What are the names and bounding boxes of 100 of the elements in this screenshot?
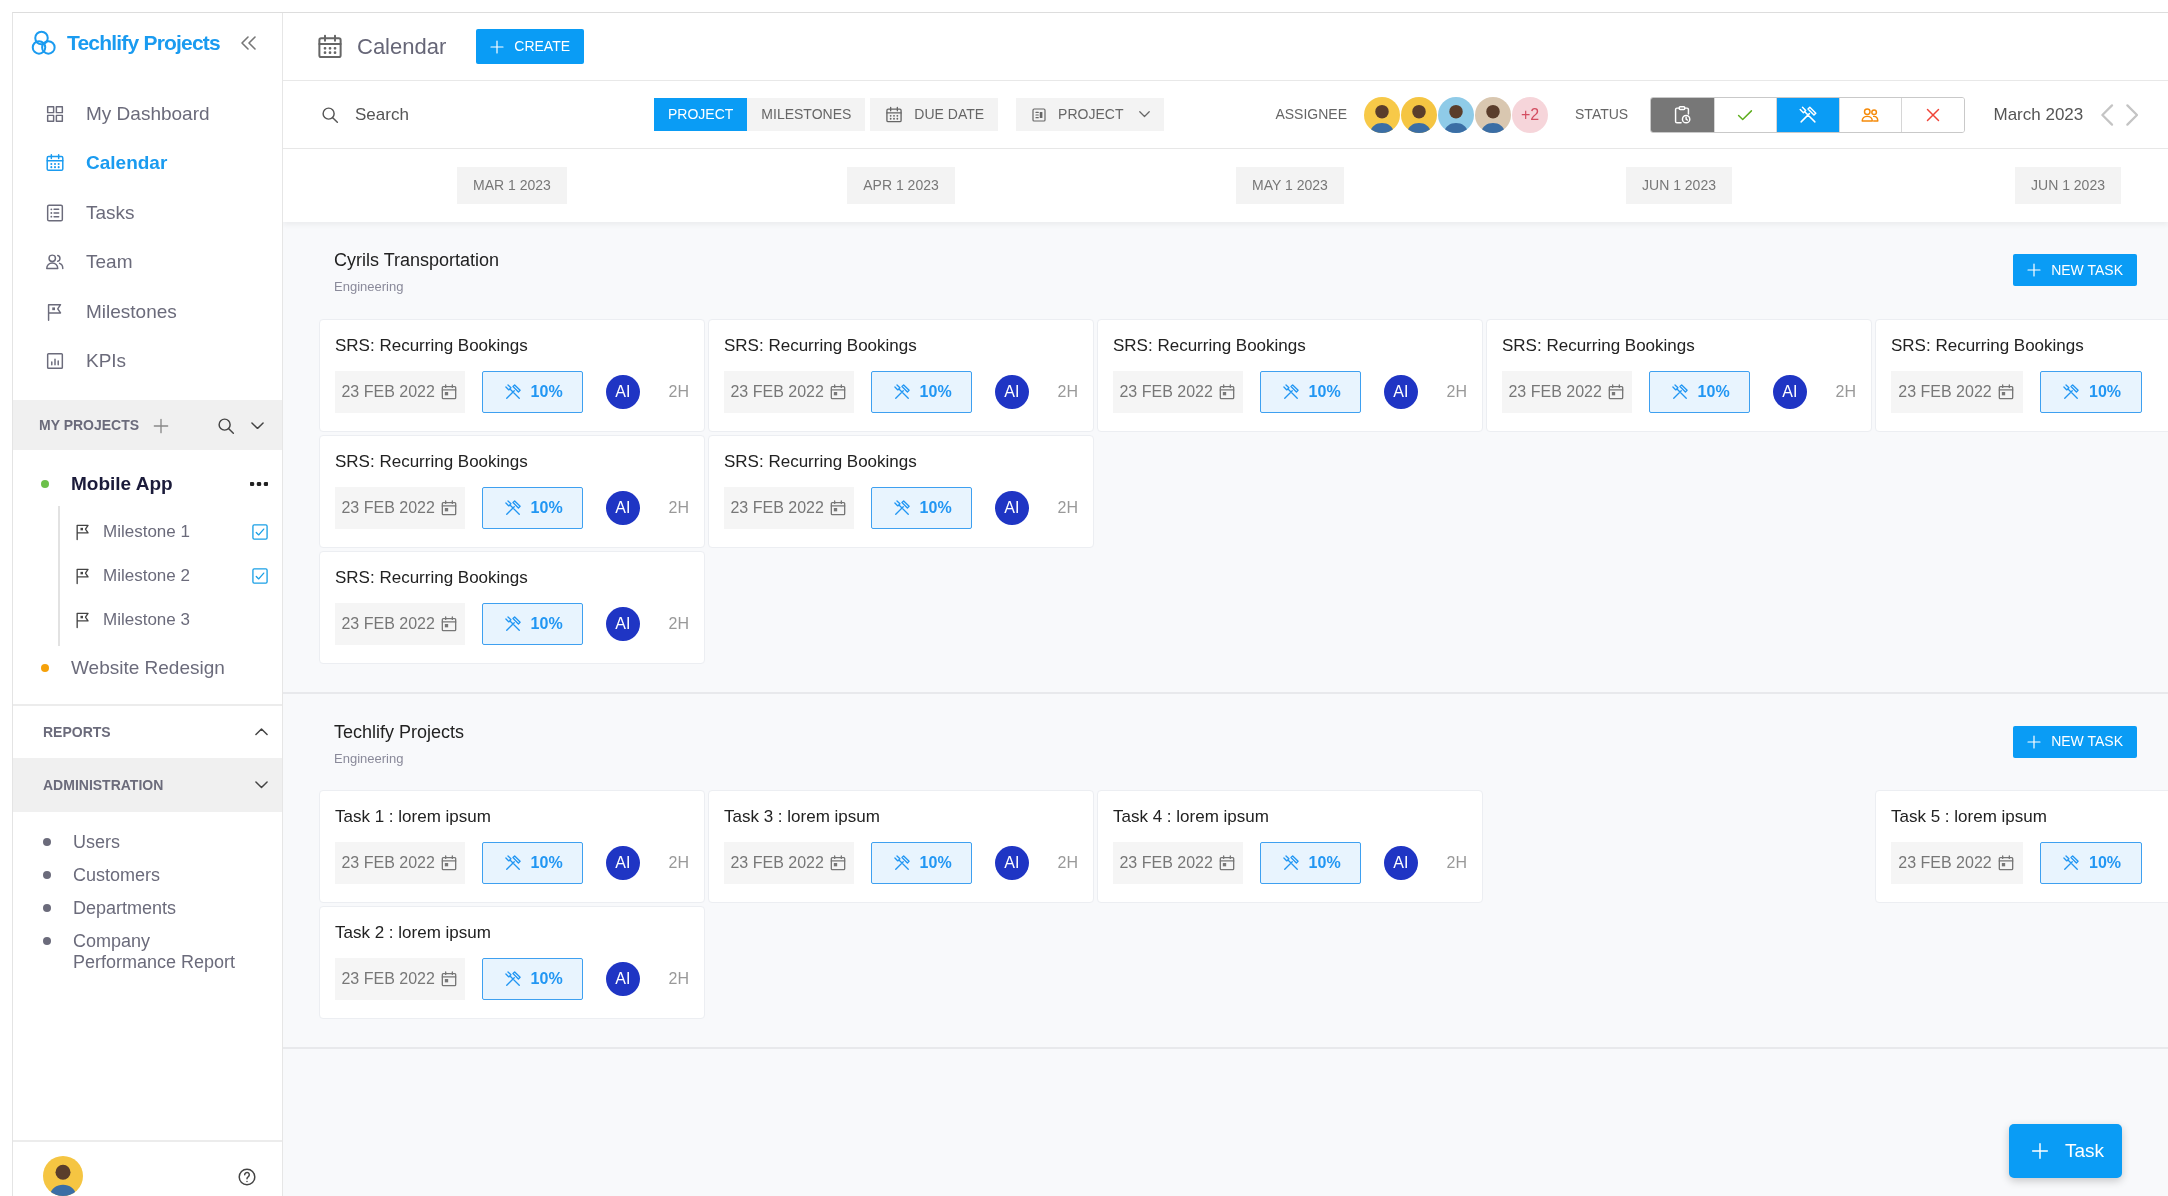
nav-item[interactable]: Calendar — [13, 138, 282, 188]
assignee-avatar[interactable]: AI — [606, 846, 640, 880]
task-card[interactable]: SRS: Recurring Bookings 23 FEB 2022 10% AI 2H — [319, 434, 705, 548]
due-date-button[interactable]: 23 FEB 2022 — [1502, 370, 1633, 413]
progress-button[interactable]: 10% — [871, 370, 972, 413]
assignee-avatar[interactable]: AI — [1384, 846, 1418, 880]
progress-button[interactable]: 10% — [2040, 370, 2142, 413]
due-date-filter[interactable]: DUE DATE — [870, 98, 999, 131]
progress-button[interactable]: 10% — [482, 842, 583, 884]
checkbox-icon — [250, 566, 270, 586]
task-title: Task 5 : lorem ipsum — [1891, 806, 2048, 828]
assignee-avatar[interactable]: AI — [606, 374, 640, 409]
assignee-avatar[interactable]: AI — [995, 374, 1029, 409]
assignee-avatar[interactable]: AI — [1773, 374, 1807, 409]
user-avatar[interactable] — [1364, 96, 1401, 133]
new-task-button[interactable]: NEW TASK — [2013, 254, 2137, 286]
due-date-button[interactable]: 23 FEB 2022 — [1113, 842, 1244, 884]
user-avatar[interactable] — [43, 1156, 83, 1196]
project-item[interactable]: Mobile App — [13, 462, 282, 506]
tools-icon — [2061, 853, 2081, 873]
progress-button[interactable]: 10% — [1260, 370, 1361, 413]
progress-button[interactable]: 10% — [871, 842, 972, 884]
task-card[interactable]: SRS: Recurring Bookings 23 FEB 2022 10% AI 2H — [708, 318, 1094, 432]
estimate-hours: 2H — [1057, 497, 1078, 518]
date-label: MAY 1 2023 — [1236, 167, 1344, 204]
task-card[interactable]: SRS: Recurring Bookings 23 FEB 2022 10% AI 2H — [1486, 318, 1872, 432]
due-date-button[interactable]: 23 FEB 2022 — [335, 602, 466, 645]
due-date-button[interactable]: 23 FEB 2022 — [335, 486, 466, 529]
add-task-button[interactable]: Task — [2008, 1124, 2122, 1178]
section-label: REPORTS — [43, 722, 111, 742]
due-date-button[interactable]: 23 FEB 2022 — [724, 370, 855, 413]
logo-icon — [29, 28, 59, 58]
section-label: MY PROJECTS — [39, 415, 140, 435]
nav-item[interactable]: My Dashboard — [13, 89, 282, 139]
nav-item[interactable]: Milestones — [13, 287, 282, 337]
status-filter-button[interactable] — [1651, 97, 1714, 132]
task-card[interactable]: SRS: Recurring Bookings 23 FEB 2022 10% AI 2H — [708, 434, 1094, 548]
assignee-avatar[interactable]: AI — [1384, 374, 1418, 409]
menu-item[interactable]: Users — [43, 826, 282, 859]
progress-button[interactable]: 10% — [2040, 842, 2142, 884]
date-label: MAR 1 2023 — [457, 167, 567, 204]
task-card[interactable]: Task 2 : lorem ipsum 23 FEB 2022 10% AI 2H — [319, 906, 705, 1019]
group-header[interactable]: ADMINISTRATION — [13, 758, 282, 812]
user-avatar[interactable] — [1401, 96, 1438, 133]
due-date-button[interactable]: 23 FEB 2022 — [724, 486, 855, 529]
date-label: JUN 1 2023 — [2015, 167, 2121, 204]
new-task-button[interactable]: NEW TASK — [2013, 725, 2137, 758]
group-by-dropdown[interactable]: PROJECT — [1016, 98, 1165, 131]
chevron-down-icon — [1139, 111, 1151, 118]
menu-item[interactable]: Company Performance Report — [43, 925, 282, 979]
menu-item[interactable]: Customers — [43, 859, 282, 892]
milestone-item[interactable]: Milestone 3 — [60, 598, 282, 642]
due-date-button[interactable]: 23 FEB 2022 — [335, 842, 466, 884]
assignee-avatar[interactable]: AI — [606, 490, 640, 525]
task-card[interactable]: Task 1 : lorem ipsum 23 FEB 2022 10% AI 2H — [319, 790, 705, 903]
assignee-avatar[interactable]: AI — [606, 606, 640, 641]
nav-item[interactable]: Tasks — [13, 188, 282, 238]
progress-button[interactable]: 10% — [1260, 842, 1361, 884]
task-card[interactable]: Task 3 : lorem ipsum 23 FEB 2022 10% AI 2H — [708, 790, 1094, 903]
more-assignees-count[interactable]: +2 — [1512, 96, 1549, 133]
task-title: Task 1 : lorem ipsum — [335, 806, 492, 828]
assignee-avatar[interactable]: AI — [995, 846, 1029, 880]
user-avatar[interactable] — [1475, 96, 1512, 133]
due-date-button[interactable]: 23 FEB 2022 — [335, 958, 466, 1000]
user-avatar[interactable] — [1438, 96, 1475, 133]
task-card[interactable]: Task 4 : lorem ipsum 23 FEB 2022 10% AI 2H — [1097, 790, 1483, 903]
view-tab[interactable]: PROJECT — [654, 98, 748, 131]
nav-item[interactable]: KPIs — [13, 336, 282, 386]
tools-icon — [502, 381, 523, 402]
project-item[interactable]: Website Redesign — [13, 646, 282, 690]
due-date-button[interactable]: 23 FEB 2022 — [335, 370, 466, 413]
task-card[interactable]: SRS: Recurring Bookings 23 FEB 2022 10% AI 2H — [1097, 318, 1483, 432]
milestone-item[interactable]: Milestone 2 — [60, 554, 282, 598]
milestone-item[interactable]: Milestone 1 — [60, 510, 282, 554]
estimate-hours: 2H — [1446, 853, 1467, 873]
progress-button[interactable]: 10% — [482, 602, 583, 645]
more-icon — [250, 482, 268, 486]
task-card[interactable]: SRS: Recurring Bookings 23 FEB 2022 10% — [1875, 318, 2168, 432]
month-label: March 2023 — [1993, 103, 2084, 126]
progress-button[interactable]: 10% — [482, 958, 583, 1000]
progress-button[interactable]: 10% — [482, 370, 583, 413]
due-date-button[interactable]: 23 FEB 2022 — [1891, 370, 2023, 413]
assignee-avatar[interactable]: AI — [995, 490, 1029, 525]
due-date-button[interactable]: 23 FEB 2022 — [1891, 842, 2023, 884]
due-date-button[interactable]: 23 FEB 2022 — [1113, 370, 1244, 413]
task-card[interactable]: Task 5 : lorem ipsum 23 FEB 2022 10% — [1875, 790, 2168, 903]
progress-button[interactable]: 10% — [871, 486, 972, 529]
progress-button[interactable]: 10% — [482, 486, 583, 529]
create-button[interactable]: CREATE — [476, 29, 585, 64]
view-tab[interactable]: MILESTONES — [747, 98, 866, 131]
tools-icon — [502, 497, 523, 518]
task-card[interactable]: SRS: Recurring Bookings 23 FEB 2022 10% AI 2H — [319, 550, 705, 664]
status-filter-button[interactable] — [1776, 97, 1839, 132]
nav-item[interactable]: Team — [13, 237, 282, 287]
due-date-button[interactable]: 23 FEB 2022 — [724, 842, 855, 884]
progress-button[interactable]: 10% — [1649, 370, 1750, 413]
task-card[interactable]: SRS: Recurring Bookings 23 FEB 2022 10% AI 2H — [319, 318, 705, 432]
brand-name: Techlify Projects — [67, 30, 220, 57]
assignee-avatar[interactable]: AI — [606, 962, 640, 996]
menu-item[interactable]: Departments — [43, 892, 282, 925]
